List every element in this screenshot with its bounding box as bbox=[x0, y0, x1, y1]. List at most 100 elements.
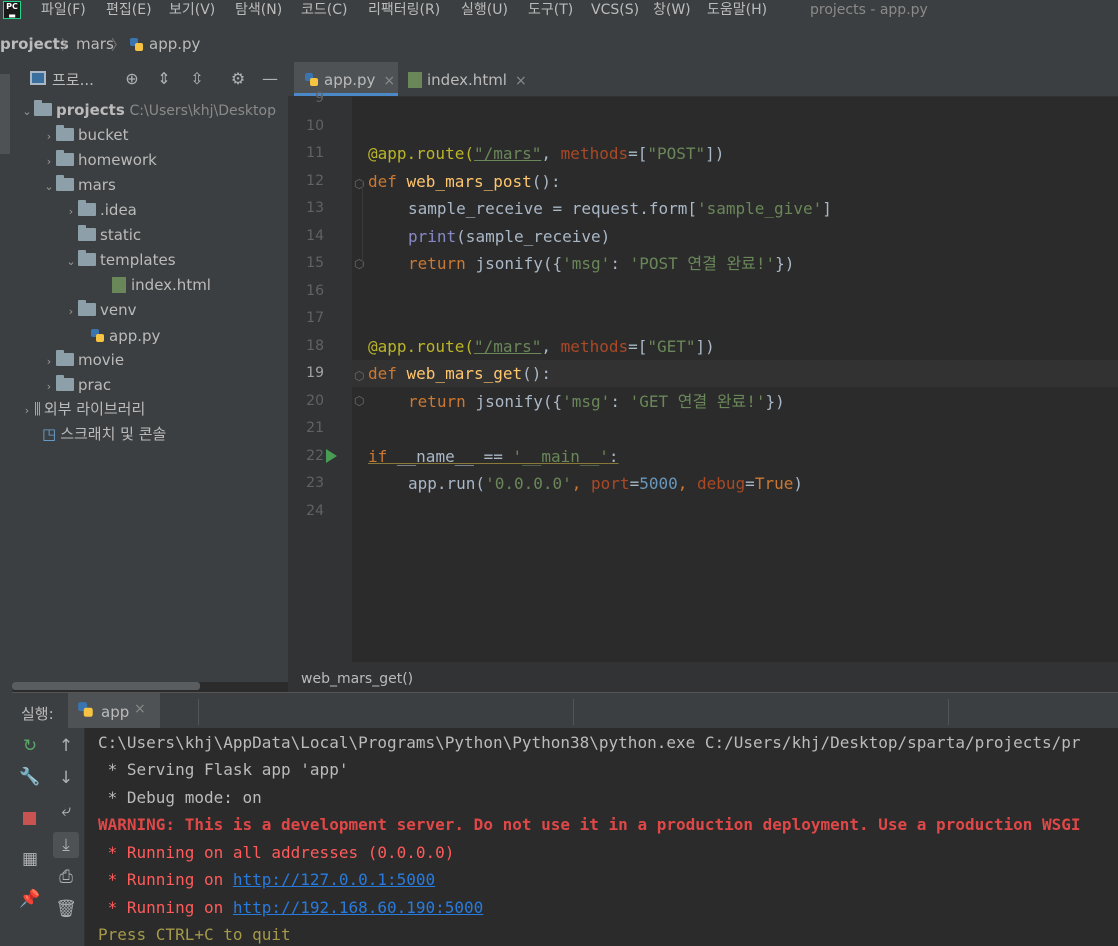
tree-item-prac[interactable]: › prac bbox=[42, 373, 111, 398]
tree-item-homework[interactable]: › homework bbox=[42, 148, 157, 173]
folder-icon bbox=[56, 350, 74, 366]
expand-all-icon[interactable]: ⇕ bbox=[155, 70, 173, 88]
collapse-all-icon[interactable]: ⇳ bbox=[188, 70, 206, 88]
tree-item-static[interactable]: static bbox=[78, 223, 141, 248]
code-line-20: return jsonify({'msg': 'GET 연결 완료!'}) bbox=[408, 392, 785, 411]
code-editor[interactable]: @app.route("/mars", methods=["POST"]) de… bbox=[352, 96, 1118, 662]
wrench-icon[interactable]: 🔧 bbox=[19, 766, 41, 788]
pin-icon[interactable]: 📌 bbox=[19, 888, 41, 910]
editor-function-breadcrumb[interactable]: web_mars_get() bbox=[288, 662, 1118, 692]
tree-item-venv[interactable]: › venv bbox=[64, 298, 137, 323]
arrow-up-icon[interactable]: ↑ bbox=[55, 735, 77, 757]
menu-window[interactable]: 창(W) bbox=[653, 0, 691, 20]
menu-bar: PC ▬ 파일(F) 편집(E) 보기(V) 탐색(N) 코드(C) 리팩터링(R… bbox=[0, 0, 1118, 26]
project-panel-title[interactable]: 프로... bbox=[52, 69, 94, 90]
line-number: 12 bbox=[306, 173, 324, 189]
menu-run[interactable]: 실행(U) bbox=[461, 0, 508, 20]
line-number: 11 bbox=[306, 145, 324, 161]
console-all-addresses-line: * Running on all addresses (0.0.0.0) bbox=[98, 843, 455, 862]
menu-code[interactable]: 코드(C) bbox=[301, 0, 347, 20]
menu-help[interactable]: 도움말(H) bbox=[707, 0, 767, 20]
code-line-15: return jsonify({'msg': 'POST 연결 완료!'}) bbox=[408, 254, 795, 273]
chevron-right-icon: › bbox=[46, 355, 52, 368]
print-icon[interactable]: ⎙ bbox=[55, 866, 77, 888]
code-line-11: @app.route("/mars", methods=["POST"]) bbox=[368, 144, 725, 163]
folder-icon bbox=[78, 250, 96, 266]
arrow-down-icon[interactable]: ↓ bbox=[55, 767, 77, 789]
trash-icon[interactable]: 🗑 bbox=[55, 898, 77, 920]
library-icon: ⫼ bbox=[34, 400, 41, 418]
code-line-19: def web_mars_get(): bbox=[368, 364, 552, 383]
folder-icon bbox=[56, 150, 74, 166]
project-view-icon bbox=[30, 71, 46, 85]
line-number: 16 bbox=[306, 283, 324, 299]
editor-tab-bar: app.py × index.html × bbox=[288, 62, 1118, 97]
line-number: 22 bbox=[306, 448, 324, 464]
tree-item-index-html[interactable]: index.html bbox=[112, 273, 211, 298]
breadcrumb-app-py[interactable]: app.py bbox=[149, 35, 200, 53]
line-number: 15 bbox=[306, 255, 324, 271]
tree-item-bucket[interactable]: › bucket bbox=[42, 123, 129, 148]
line-number: 13 bbox=[306, 200, 324, 216]
locate-file-icon[interactable]: ⊕ bbox=[123, 70, 141, 88]
breadcrumb-separator-icon: 〉 bbox=[111, 38, 125, 54]
breadcrumb-separator-icon: 〉 bbox=[61, 38, 75, 54]
hide-panel-icon[interactable]: — bbox=[261, 70, 279, 88]
close-icon[interactable]: × bbox=[134, 701, 146, 717]
tree-item-movie[interactable]: › movie bbox=[42, 348, 124, 373]
lan-address-link[interactable]: http://192.168.60.190:5000 bbox=[233, 898, 483, 917]
breadcrumb-mars[interactable]: mars bbox=[76, 35, 114, 53]
layout-icon[interactable]: ▦ bbox=[19, 848, 41, 870]
tree-item-mars[interactable]: ⌄ mars bbox=[42, 173, 116, 198]
console-quit-line: Press CTRL+C to quit bbox=[98, 925, 291, 944]
menu-navigate[interactable]: 탐색(N) bbox=[235, 0, 282, 20]
tree-item-idea[interactable]: › .idea bbox=[64, 198, 137, 223]
menu-view[interactable]: 보기(V) bbox=[169, 0, 215, 20]
line-number: 14 bbox=[306, 228, 324, 244]
close-icon[interactable]: × bbox=[515, 73, 527, 89]
menu-file[interactable]: 파일(F) bbox=[41, 0, 86, 20]
scroll-to-end-icon[interactable]: ⤓ bbox=[53, 832, 79, 858]
project-tool-window-button[interactable] bbox=[0, 74, 10, 154]
chevron-right-icon: › bbox=[24, 404, 30, 417]
run-tab-app[interactable]: app × bbox=[68, 693, 160, 729]
project-horizontal-scrollbar[interactable] bbox=[12, 682, 200, 690]
run-console[interactable]: C:\Users\khj\AppData\Local\Programs\Pyth… bbox=[85, 728, 1118, 946]
tree-item-projects[interactable]: ⌄ projects C:\Users\khj\Desktop bbox=[20, 98, 276, 123]
breadcrumb-projects[interactable]: projects bbox=[0, 35, 69, 53]
run-main-icon[interactable] bbox=[326, 449, 337, 463]
line-number: 21 bbox=[306, 420, 324, 436]
rerun-icon[interactable]: ↻ bbox=[19, 735, 41, 757]
line-number: 18 bbox=[306, 338, 324, 354]
close-icon[interactable]: × bbox=[383, 73, 395, 89]
chevron-down-icon: ⌄ bbox=[22, 105, 32, 118]
stop-icon[interactable] bbox=[23, 812, 36, 825]
tree-item-app-py[interactable]: app.py bbox=[90, 324, 160, 349]
menu-edit[interactable]: 편집(E) bbox=[106, 0, 152, 20]
code-line-22: if __name__ == '__main__': bbox=[368, 447, 619, 466]
line-number: 17 bbox=[306, 310, 324, 326]
html-file-icon bbox=[408, 72, 422, 88]
menu-tools[interactable]: 도구(T) bbox=[528, 0, 573, 20]
divider bbox=[198, 699, 199, 725]
menu-refactor[interactable]: 리팩터링(R) bbox=[368, 0, 440, 20]
console-serving-line: * Serving Flask app 'app' bbox=[98, 760, 349, 779]
chevron-right-icon: › bbox=[68, 305, 74, 318]
divider bbox=[573, 699, 574, 725]
tab-index-html[interactable]: index.html × bbox=[402, 62, 532, 96]
divider bbox=[948, 699, 949, 725]
line-number: 9 bbox=[315, 90, 324, 106]
line-number: 20 bbox=[306, 393, 324, 409]
tree-item-external-libraries[interactable]: › ⫼ 외부 라이브러리 bbox=[20, 397, 145, 422]
localhost-link[interactable]: http://127.0.0.1:5000 bbox=[233, 870, 435, 889]
menu-vcs[interactable]: VCS(S) bbox=[591, 0, 639, 20]
soft-wrap-icon[interactable]: ⤶ bbox=[55, 800, 77, 822]
code-line-23: app.run('0.0.0.0', port=5000, debug=True… bbox=[408, 474, 803, 493]
python-file-icon bbox=[91, 329, 104, 342]
gear-icon[interactable]: ⚙ bbox=[229, 70, 247, 88]
code-line-13: sample_receive = request.form['sample_gi… bbox=[408, 199, 832, 218]
scratch-icon: ◳ bbox=[42, 425, 57, 443]
tree-item-templates[interactable]: ⌄ templates bbox=[64, 248, 176, 273]
folder-icon bbox=[34, 100, 52, 116]
tree-item-scratches[interactable]: ◳ 스크래치 및 콘솔 bbox=[42, 422, 166, 447]
